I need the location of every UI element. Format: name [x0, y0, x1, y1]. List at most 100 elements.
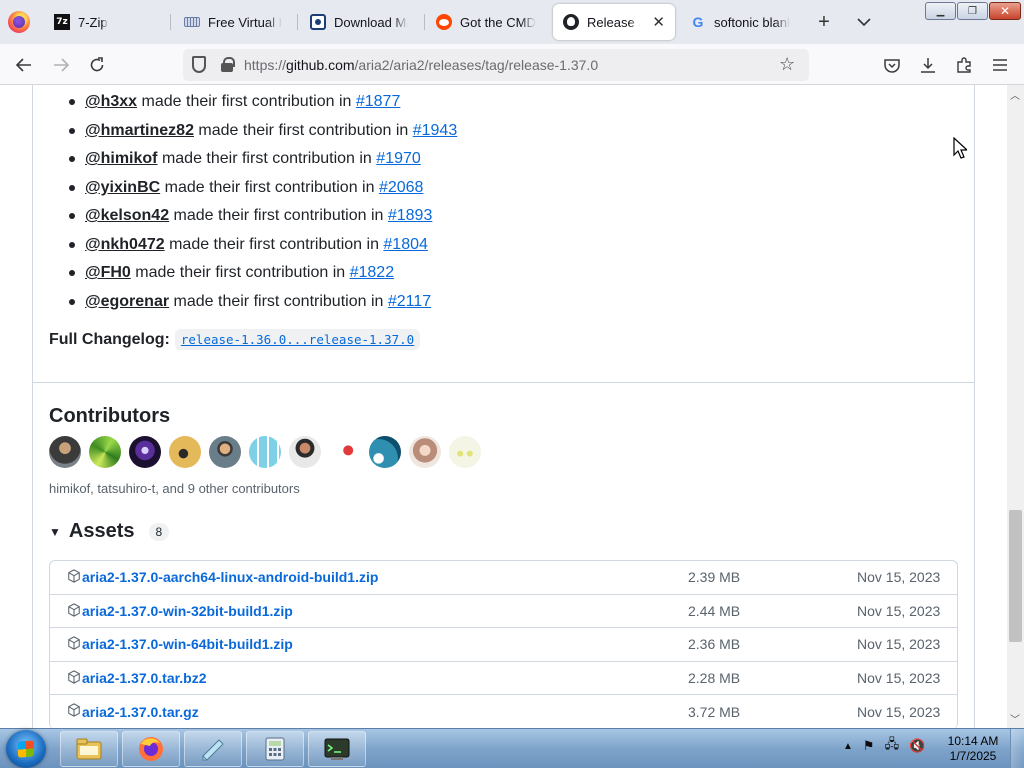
extensions-icon[interactable]	[949, 50, 979, 80]
user-link[interactable]: @kelson42	[85, 207, 169, 225]
avatar[interactable]	[249, 436, 281, 468]
avatar[interactable]	[289, 436, 321, 468]
tab-download-manager[interactable]: Download Manager	[300, 4, 418, 40]
show-hidden-icons-arrow-icon[interactable]: ▲	[843, 741, 853, 752]
clock-time: 10:14 AM	[947, 734, 999, 748]
avatar[interactable]	[49, 436, 81, 468]
start-button[interactable]	[6, 730, 46, 768]
forward-arrow-icon[interactable]	[46, 50, 76, 80]
close-tab-icon[interactable]: ✕	[652, 13, 665, 31]
avatar[interactable]	[449, 436, 481, 468]
pr-link[interactable]: #1970	[376, 150, 421, 168]
user-link[interactable]: @nkh0472	[85, 236, 165, 254]
lock-icon[interactable]	[221, 57, 235, 72]
pr-link[interactable]: #1804	[383, 236, 428, 254]
tab-label: Release aria2	[587, 14, 640, 30]
asset-download-link[interactable]: aria2-1.37.0.tar.bz2	[82, 670, 207, 686]
taskbar-notepad[interactable]	[184, 731, 242, 767]
list-item: @FH0 made their first contribution in #1…	[48, 259, 457, 288]
tab-softonic[interactable]: G softonic blank page	[680, 4, 800, 40]
show-desktop-button[interactable]	[1010, 729, 1024, 768]
user-link[interactable]: @himikof	[85, 150, 158, 168]
pr-link[interactable]: #2117	[388, 293, 431, 311]
avatar[interactable]	[89, 436, 121, 468]
action-center-flag-icon[interactable]: ⚑	[863, 738, 875, 754]
bookmark-star-icon[interactable]: ☆	[779, 54, 795, 75]
taskbar-terminal[interactable]	[308, 731, 366, 767]
tab-reddit[interactable]: Got the CMD command	[426, 4, 546, 40]
keyboard-icon	[184, 17, 200, 27]
tracking-protection-shield-icon[interactable]	[192, 56, 206, 73]
firefox-view-icon[interactable]	[8, 11, 30, 33]
tab-label: Free Virtual Keyboard	[208, 14, 282, 30]
url-text[interactable]: https://github.com/aria2/aria2/releases/…	[244, 57, 598, 73]
assets-count-badge: 8	[148, 522, 170, 541]
user-link[interactable]: @hmartinez82	[85, 122, 194, 140]
taskbar-firefox[interactable]	[122, 731, 180, 767]
changelog-label: Full Changelog:	[49, 330, 170, 348]
tab-release-aria2[interactable]: Release aria2 ✕	[553, 4, 675, 40]
caret-down-icon: ▼	[49, 524, 61, 539]
assets-toggle[interactable]: ▼ Assets 8	[49, 520, 170, 543]
tab-label: Got the CMD command	[460, 14, 536, 30]
section-divider	[33, 382, 974, 383]
pr-link[interactable]: #1877	[356, 93, 401, 111]
asset-download-link[interactable]: aria2-1.37.0-win-32bit-build1.zip	[82, 603, 293, 619]
new-tab-plus-icon[interactable]: +	[810, 8, 838, 36]
asset-download-link[interactable]: aria2-1.37.0-aarch64-linux-android-build…	[82, 569, 378, 585]
network-icon[interactable]: 🖧	[885, 735, 900, 757]
page-viewport: @h3xx made their first contribution in #…	[0, 85, 1007, 728]
avatar[interactable]	[209, 436, 241, 468]
assets-table: aria2-1.37.0-aarch64-linux-android-build…	[49, 560, 958, 728]
taskbar-file-explorer[interactable]	[60, 731, 118, 767]
back-arrow-icon[interactable]	[9, 50, 39, 80]
list-item: @yixinBC made their first contribution i…	[48, 174, 457, 203]
list-item-text: made their first contribution in	[160, 178, 379, 196]
pr-link[interactable]: #1943	[413, 122, 458, 140]
reload-icon[interactable]	[82, 50, 112, 80]
list-item: @hmartinez82 made their first contributi…	[48, 117, 457, 146]
clock[interactable]: 10:14 AM 1/7/2025	[940, 734, 1006, 764]
firefox-icon	[139, 737, 163, 761]
list-tabs-chevron-icon[interactable]	[850, 8, 878, 36]
avatar[interactable]	[369, 436, 401, 468]
list-item: @nkh0472 made their first contribution i…	[48, 231, 457, 260]
pocket-icon[interactable]	[877, 50, 907, 80]
minimize-button[interactable]: ▁	[925, 2, 956, 20]
scrollbar-thumb[interactable]	[1009, 510, 1022, 642]
package-icon	[68, 703, 80, 718]
restore-button[interactable]: ❐	[957, 2, 988, 20]
user-link[interactable]: @h3xx	[85, 93, 137, 111]
menu-hamburger-icon[interactable]	[985, 50, 1015, 80]
tab-virtual-keyboard[interactable]: Free Virtual Keyboard	[174, 4, 292, 40]
pr-link[interactable]: #1822	[350, 264, 395, 282]
downloads-icon[interactable]	[913, 50, 943, 80]
list-item-text: made their first contribution in	[157, 150, 377, 168]
vertical-scrollbar[interactable]: ︿ ﹀	[1007, 85, 1024, 728]
windows-taskbar: ▲ ⚑ 🖧 🔇 10:14 AM 1/7/2025	[0, 728, 1024, 768]
avatar[interactable]	[129, 436, 161, 468]
contributors-heading: Contributors	[49, 405, 171, 427]
scroll-down-arrow-icon[interactable]: ﹀	[1010, 711, 1020, 726]
asset-date: Nov 15, 2023	[857, 636, 941, 653]
changelog-compare-link[interactable]: release-1.36.0...release-1.37.0	[174, 329, 421, 350]
avatar[interactable]	[409, 436, 441, 468]
volume-muted-icon[interactable]: 🔇	[909, 738, 925, 754]
file-explorer-icon	[76, 738, 102, 760]
package-icon	[68, 670, 80, 684]
scroll-up-arrow-icon[interactable]: ︿	[1010, 87, 1020, 102]
asset-download-link[interactable]: aria2-1.37.0-win-64bit-build1.zip	[82, 636, 293, 652]
asset-date: Nov 15, 2023	[857, 670, 941, 687]
avatar[interactable]	[169, 436, 201, 468]
taskbar-calculator[interactable]	[246, 731, 304, 767]
pr-link[interactable]: #2068	[379, 179, 424, 197]
close-window-button[interactable]: ✕	[989, 2, 1021, 20]
pr-link[interactable]: #1893	[388, 207, 433, 225]
tab-7zip[interactable]: 7z 7-Zip	[44, 4, 166, 40]
avatar[interactable]	[329, 436, 361, 468]
user-link[interactable]: @FH0	[85, 264, 131, 282]
user-link[interactable]: @yixinBC	[85, 179, 160, 197]
user-link[interactable]: @egorenar	[85, 293, 169, 311]
asset-download-link[interactable]: aria2-1.37.0.tar.gz	[82, 704, 199, 720]
address-bar[interactable]: https://github.com/aria2/aria2/releases/…	[183, 49, 809, 81]
